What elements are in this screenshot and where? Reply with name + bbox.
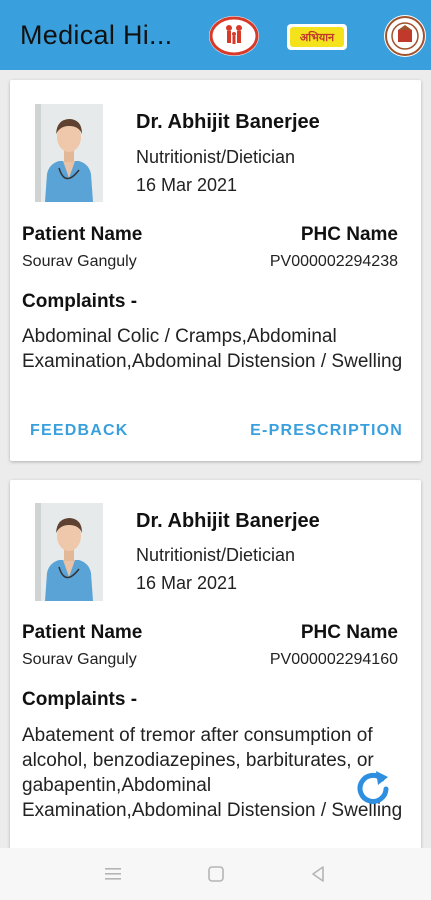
- refresh-icon[interactable]: [352, 767, 394, 809]
- government-seal-logo: [384, 15, 426, 57]
- abhiyan-logo-text: अभियान: [300, 30, 335, 44]
- patient-name-value: Sourav Ganguly: [22, 651, 137, 668]
- page-title: Medical Hi...: [20, 20, 173, 50]
- feedback-button[interactable]: FEEDBACK: [30, 422, 129, 440]
- complaints-label: Complaints -: [22, 291, 138, 312]
- app-bar: Medical Hi... अभियान: [0, 0, 431, 70]
- phc-name-label: PHC Name: [300, 224, 398, 245]
- doctor-name: Dr. Abhijit Banerjee: [136, 111, 320, 133]
- doctor-specialty: Nutritionist/Dietician: [136, 147, 296, 167]
- doctor-photo: [35, 104, 103, 202]
- phc-name-label: PHC Name: [300, 622, 398, 643]
- records-list[interactable]: Dr. Abhijit Banerjee Nutritionist/Dietic…: [0, 70, 431, 848]
- phc-name-value: PV000002294160: [269, 651, 398, 668]
- doctor-photo: [35, 503, 103, 601]
- health-mission-logo: [209, 16, 259, 56]
- e-prescription-button[interactable]: E-PRESCRIPTION: [250, 422, 403, 440]
- complaints-label: Complaints -: [22, 689, 138, 710]
- complaints-text: Abdominal Colic / Cramps,Abdominal Exami…: [22, 326, 403, 372]
- menu-icon[interactable]: [104, 866, 122, 882]
- back-icon[interactable]: [309, 865, 327, 883]
- consultation-date: 16 Mar 2021: [136, 175, 238, 195]
- doctor-specialty: Nutritionist/Dietician: [136, 545, 296, 565]
- phc-name-value: PV000002294238: [269, 253, 398, 270]
- consultation-card: Dr. Abhijit Banerjee Nutritionist/Dietic…: [10, 80, 421, 461]
- abhiyan-logo: अभियान: [287, 24, 347, 50]
- doctor-name: Dr. Abhijit Banerjee: [136, 510, 320, 532]
- patient-name-label: Patient Name: [22, 622, 143, 643]
- patient-name-value: Sourav Ganguly: [22, 253, 137, 270]
- home-icon[interactable]: [207, 865, 225, 883]
- consultation-date: 16 Mar 2021: [136, 573, 238, 593]
- patient-name-label: Patient Name: [22, 224, 143, 245]
- system-navigation-bar: [0, 848, 431, 900]
